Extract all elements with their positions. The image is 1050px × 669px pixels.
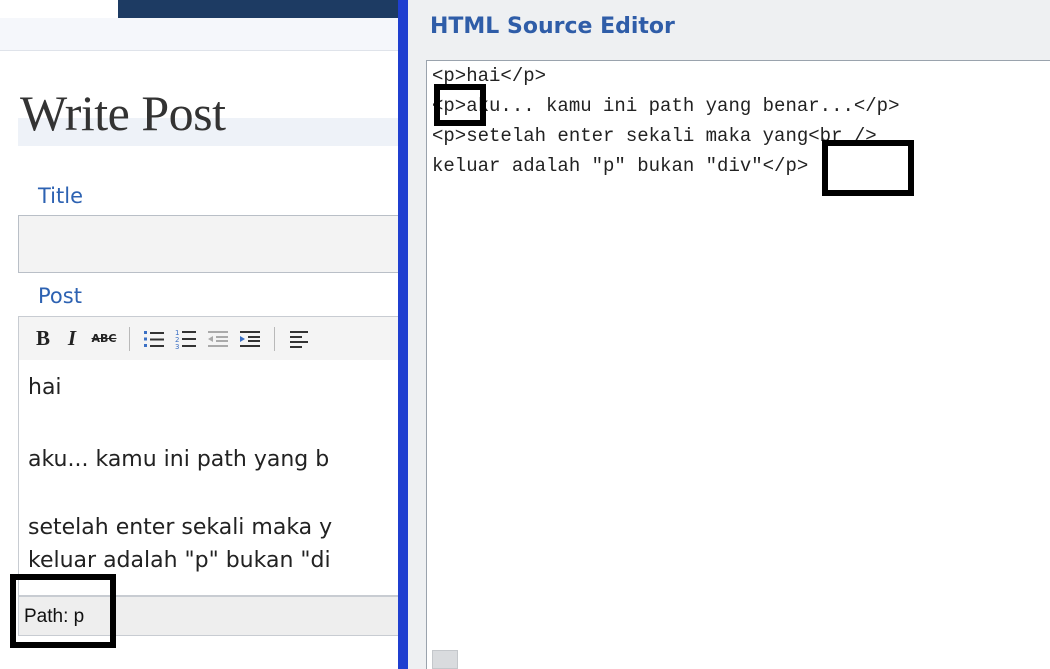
highlight-box xyxy=(10,574,116,648)
toolbar-separator xyxy=(129,326,130,351)
align-left-icon xyxy=(290,330,308,348)
align-left-button[interactable] xyxy=(283,325,315,353)
bullet-list-icon xyxy=(144,330,164,347)
editor-paragraph: aku... kamu ini path yang b xyxy=(28,447,330,472)
highlight-box xyxy=(822,140,914,196)
editor-toolbar: B I ABC 1 2 3 xyxy=(18,316,400,360)
header-bar xyxy=(118,0,400,18)
source-code-line: keluar adalah "p" bukan "div"</p> xyxy=(432,155,809,177)
highlight-box xyxy=(434,84,486,126)
source-code-line: <p>setelah enter sekali maka yang<br /> xyxy=(432,125,877,147)
source-code-line: <p>aku... kamu ini path yang benar...</p… xyxy=(432,95,900,117)
numbered-list-button[interactable]: 1 2 3 xyxy=(170,325,202,353)
scrollbar-thumb[interactable] xyxy=(432,650,458,669)
outdent-button[interactable] xyxy=(202,325,234,353)
editor-paragraph: hai xyxy=(28,375,62,400)
indent-button[interactable] xyxy=(234,325,266,353)
italic-icon: I xyxy=(67,326,77,350)
header-strip xyxy=(0,18,400,51)
numbered-list-icon: 1 2 3 xyxy=(175,329,196,350)
title-input[interactable] xyxy=(18,215,400,273)
bullet-list-button[interactable] xyxy=(138,325,170,353)
dialog-title: HTML Source Editor xyxy=(430,14,675,39)
strikethrough-button[interactable]: ABC xyxy=(87,325,121,353)
editor-paragraph: keluar adalah "p" bukan "di xyxy=(28,548,331,573)
bold-icon: B xyxy=(35,326,50,350)
window-divider xyxy=(398,0,408,669)
write-post-panel: Write Post Title Post B I ABC 1 2 3 hai … xyxy=(0,0,400,669)
page-title: Write Post xyxy=(20,85,226,141)
toolbar-separator xyxy=(274,326,275,351)
html-source-textarea[interactable] xyxy=(426,60,1050,669)
italic-button[interactable]: I xyxy=(57,325,87,353)
title-field-label: Title xyxy=(38,184,84,208)
strikethrough-icon: ABC xyxy=(91,332,117,345)
indent-icon xyxy=(240,330,260,347)
editor-paragraph: setelah enter sekali maka y xyxy=(28,515,333,540)
post-field-label: Post xyxy=(38,284,82,308)
outdent-icon xyxy=(208,330,228,347)
bold-button[interactable]: B xyxy=(29,325,57,353)
svg-text:3: 3 xyxy=(175,343,179,350)
